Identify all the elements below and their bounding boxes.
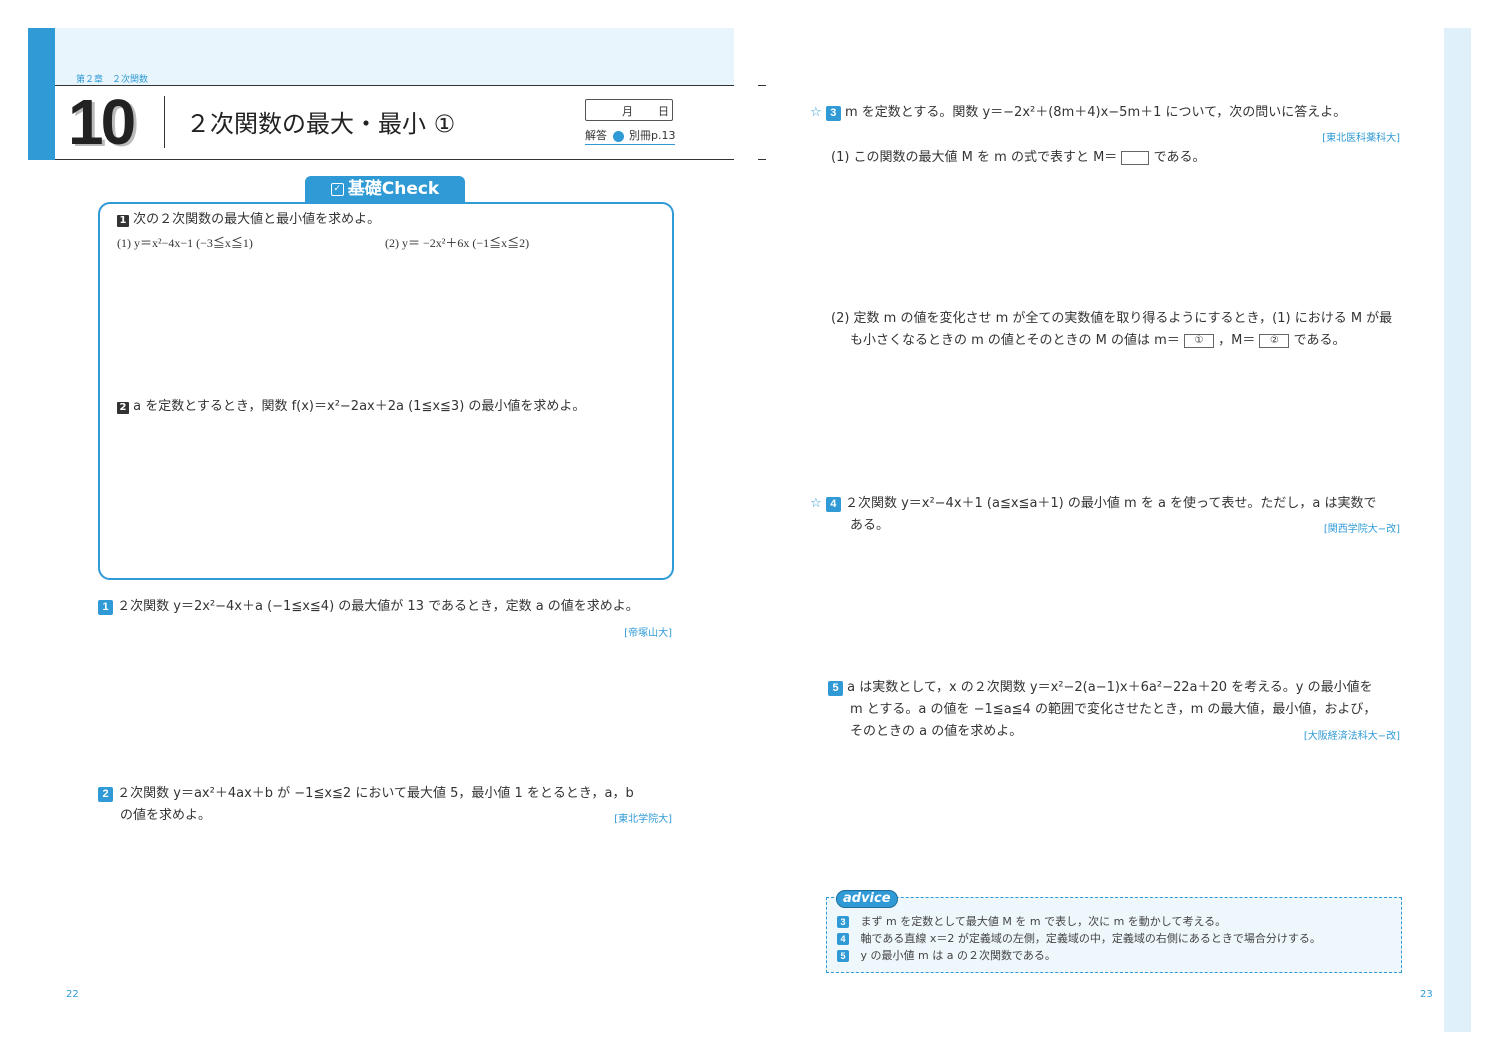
problem-1-num: 1	[98, 600, 113, 615]
advice-num: 3	[837, 916, 849, 928]
answer-box-M	[1121, 150, 1150, 165]
problem-3-sub2-mid: ，M＝	[1218, 333, 1256, 348]
spine-mark-bottom	[758, 159, 766, 160]
star-icon: ☆	[810, 496, 822, 511]
problem-3-sub2-post: である。	[1293, 333, 1346, 348]
problem-1-source: [帝塚山大]	[624, 628, 672, 639]
kiso-q1-sub2: (2) y＝ −2x²＋6x (−1≦x≦2)	[385, 236, 530, 250]
answer-box-1: ①	[1183, 333, 1214, 348]
kiso-check-label: 基礎Check	[347, 179, 440, 199]
answer-ref: 解答 別冊p.13	[585, 127, 676, 145]
page-number-left: 22	[66, 989, 79, 1000]
problem-5-line1: a は実数として，x の２次関数 y＝x²−2(a−1)x＋6a²−22a＋20…	[847, 680, 1373, 695]
advice-text: 軸である直線 x＝2 が定義域の左側，定義域の中，定義域の右側にあるときで場合分…	[860, 932, 1321, 945]
problem-3: ☆ 3 m を定数とする。関数 y＝−2x²＋(8m＋4)x−5m＋1 について…	[810, 102, 1346, 124]
problem-3-sub2-line2: も小さくなるときの m の値とそのときの M の値は m＝ ① ，M＝ ② であ…	[850, 330, 1345, 352]
right-page: ☆ 3 m を定数とする。関数 y＝−2x²＋(8m＋4)x−5m＋1 について…	[758, 28, 1471, 1032]
kiso-q2: 2 a を定数とするとき，関数 f(x)＝x²−2ax＋2a (1≦x≦3) の…	[117, 396, 585, 418]
advice-text: まず m を定数として最大値 M を m で表し，次に m を動かして考える。	[860, 915, 1227, 928]
problem-3-text: m を定数とする。関数 y＝−2x²＋(8m＋4)x−5m＋1 について，次の問…	[844, 105, 1347, 120]
header-rule-bottom	[55, 159, 734, 160]
problem-4-line2: ある。	[850, 518, 890, 533]
advice-label: advice	[836, 890, 898, 908]
star-icon: ☆	[810, 105, 822, 120]
problem-3-sub2-pre: も小さくなるときの m の値とそのときの M の値は m＝	[850, 333, 1180, 348]
problem-3-sub1-post: である。	[1153, 150, 1206, 165]
answer-label: 解答	[585, 129, 607, 142]
problem-3-sub1-pre: (1) この関数の最大値 M を m の式で表すと M＝	[831, 150, 1118, 165]
answer-box-2: ②	[1259, 333, 1290, 348]
advice-num: 4	[837, 933, 849, 945]
problem-4-source: [関西学院大−改]	[1323, 524, 1400, 535]
problem-5: 5 a は実数として，x の２次関数 y＝x²−2(a−1)x＋6a²−22a＋…	[828, 677, 1373, 699]
spine-mark-top	[758, 85, 766, 86]
kiso-q1-num: 1	[117, 215, 129, 227]
checkbox-icon: ✓	[330, 182, 344, 196]
lesson-number: 10	[68, 86, 136, 158]
book-icon	[612, 130, 624, 142]
problem-5-num: 5	[828, 681, 843, 696]
advice-num: 5	[837, 950, 849, 962]
left-page: 第２章 ２次関数 10 ２次関数の最大・最小 ① 月 日 解答 別冊p.13 ✓…	[28, 28, 734, 1032]
problem-3-source: [東北医科薬科大]	[1322, 133, 1400, 144]
problem-2: 2 ２次関数 y＝ax²＋4ax＋b が −1≦x≦2 において最大値 5，最小…	[98, 783, 634, 805]
kiso-q1-sub1: (1) y＝x²−4x−1 (−3≦x≦1)	[117, 236, 253, 250]
advice-items: 3 まず m を定数として最大値 M を m で表し，次に m を動かして考える…	[837, 913, 1321, 964]
problem-4: ☆ 4 ２次関数 y＝x²−4x＋1 (a≦x≦a＋1) の最小値 m を a …	[810, 493, 1377, 515]
advice-item: 5 y の最小値 m は a の２次関数である。	[837, 947, 1321, 964]
kiso-q1-text: 次の２次関数の最大値と最小値を求めよ。	[133, 212, 381, 227]
date-month: 月	[622, 105, 633, 118]
kiso-check-box: 1 次の２次関数の最大値と最小値を求めよ。 (1) y＝x²−4x−1 (−3≦…	[98, 202, 674, 580]
advice-item: 3 まず m を定数として最大値 M を m で表し，次に m を動かして考える…	[837, 913, 1321, 930]
problem-1-text: ２次関数 y＝2x²−4x＋a (−1≦x≦4) の最大値が 13 であるとき，…	[117, 599, 639, 614]
advice-item: 4 軸である直線 x＝2 が定義域の左側，定義域の中，定義域の右側にあるときで場…	[837, 930, 1321, 947]
problem-2-line2: の値を求めよ。	[120, 808, 212, 823]
date-box: 月 日	[585, 99, 673, 121]
problem-3-sub1: (1) この関数の最大値 M を m の式で表すと M＝ である。	[831, 147, 1205, 169]
kiso-q2-num: 2	[117, 402, 129, 414]
problem-3-sub2-line1: (2) 定数 m の値を変化させ m が全ての実数値を取り得るようにするとき，(…	[831, 311, 1393, 326]
page-number-right: 23	[1420, 989, 1433, 1000]
right-accent-bar	[1444, 28, 1471, 1032]
kiso-q1: 1 次の２次関数の最大値と最小値を求めよ。	[117, 209, 380, 231]
kiso-check-tab: ✓ 基礎Check	[305, 176, 465, 202]
problem-5-line3: そのときの a の値を求めよ。	[850, 724, 1023, 739]
title-divider	[164, 96, 165, 148]
kiso-q2-text: a を定数とするとき，関数 f(x)＝x²−2ax＋2a (1≦x≦3) の最小…	[133, 399, 586, 414]
problem-2-line1: ２次関数 y＝ax²＋4ax＋b が −1≦x≦2 において最大値 5，最小値 …	[117, 786, 634, 801]
lesson-title: ２次関数の最大・最小 ①	[186, 110, 456, 138]
problem-2-num: 2	[98, 787, 113, 802]
chapter-label: 第２章 ２次関数	[76, 75, 149, 85]
left-accent-bar	[28, 28, 55, 160]
problem-4-num: 4	[825, 497, 841, 512]
problem-3-num: 3	[825, 106, 841, 121]
advice-box: 3 まず m を定数として最大値 M を m で表し，次に m を動かして考える…	[826, 897, 1402, 973]
answer-page: 別冊p.13	[629, 129, 676, 142]
header-rule-top	[55, 85, 734, 86]
problem-4-line1: ２次関数 y＝x²−4x＋1 (a≦x≦a＋1) の最小値 m を a を使って…	[844, 496, 1377, 511]
problem-1: 1 ２次関数 y＝2x²−4x＋a (−1≦x≦4) の最大値が 13 であると…	[98, 596, 639, 618]
problem-5-line2: m とする。a の値を −1≦a≦4 の範囲で変化させたとき，m の最大値，最小…	[850, 702, 1377, 717]
problem-5-source: [大阪経済法科大−改]	[1303, 731, 1400, 742]
problem-2-source: [東北学院大]	[614, 814, 672, 825]
date-day: 日	[658, 105, 669, 118]
advice-text: y の最小値 m は a の２次関数である。	[860, 949, 1056, 962]
